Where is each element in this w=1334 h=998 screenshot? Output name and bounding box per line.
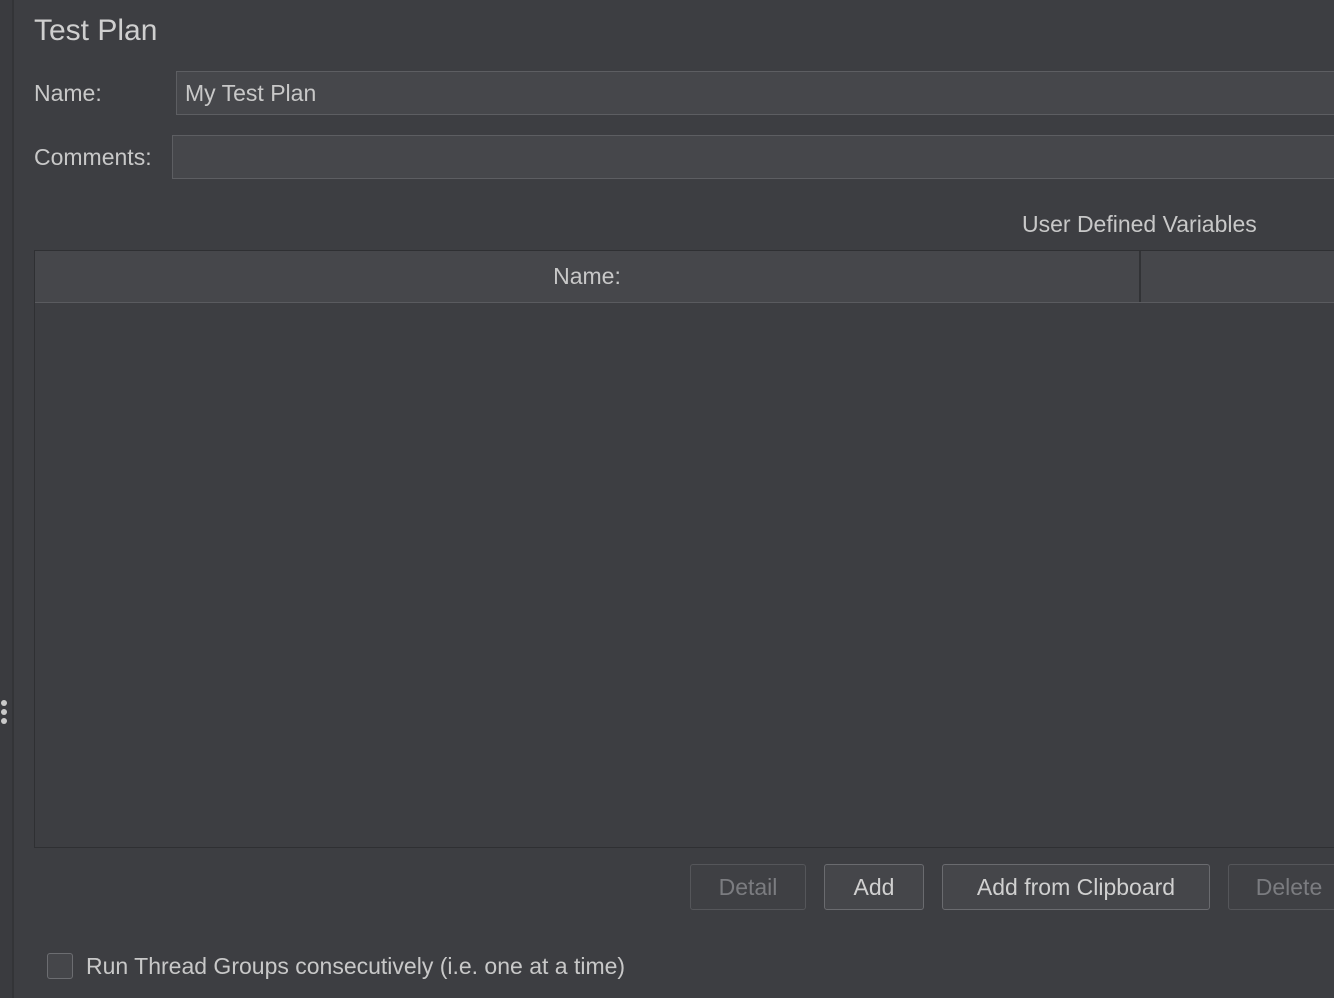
vertical-dots-icon[interactable] xyxy=(1,700,9,730)
user-defined-variables-caption: User Defined Variables xyxy=(1022,211,1257,237)
test-plan-panel: Test Plan Name: Comments: User Defined V… xyxy=(0,0,1334,998)
comments-field[interactable] xyxy=(172,135,1334,179)
column-header-value[interactable] xyxy=(1141,251,1334,302)
page-title: Test Plan xyxy=(34,14,158,47)
delete-button[interactable]: Delete xyxy=(1228,864,1334,910)
run-consecutively-label[interactable]: Run Thread Groups consecutively (i.e. on… xyxy=(86,953,625,980)
table-body[interactable] xyxy=(35,303,1334,847)
user-defined-variables-table[interactable]: Name: xyxy=(34,250,1334,848)
add-from-clipboard-button[interactable]: Add from Clipboard xyxy=(942,864,1210,910)
name-label: Name: xyxy=(34,80,102,106)
add-button[interactable]: Add xyxy=(824,864,924,910)
split-pane-divider[interactable] xyxy=(0,0,14,998)
comments-label: Comments: xyxy=(34,144,152,170)
name-field[interactable] xyxy=(176,71,1334,115)
column-header-name[interactable]: Name: xyxy=(35,251,1141,302)
run-consecutively-checkbox[interactable] xyxy=(47,953,73,979)
detail-button[interactable]: Detail xyxy=(690,864,806,910)
table-header: Name: xyxy=(35,251,1334,303)
